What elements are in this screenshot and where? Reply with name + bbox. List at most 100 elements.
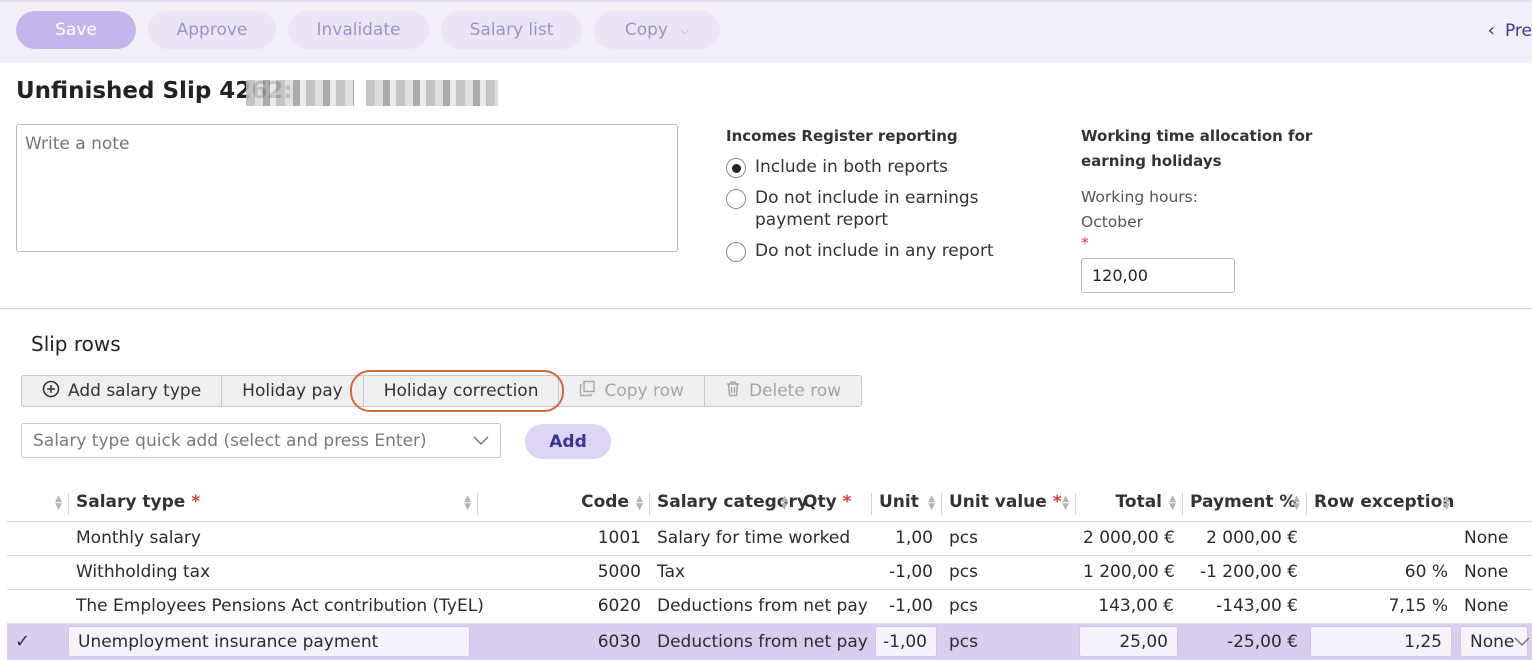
note-textarea[interactable] bbox=[16, 124, 678, 252]
cell-unit-value: 1 200,00 € bbox=[1075, 555, 1182, 590]
cell-qty: 1,00 bbox=[871, 521, 941, 556]
approve-button[interactable]: Approve bbox=[148, 11, 276, 49]
working-hours-input[interactable]: 120,00 bbox=[1081, 258, 1235, 293]
cell-total: -143,00 € bbox=[1182, 589, 1306, 624]
redacted-name bbox=[366, 80, 498, 106]
toolbar: Save Approve Invalidate Salary list Copy… bbox=[0, 0, 1532, 63]
table-row[interactable]: The Employees Pensions Act contribution … bbox=[7, 589, 1532, 624]
cell-row-exception: None bbox=[1456, 555, 1532, 590]
table-row-selected[interactable]: ✓ Unemployment insurance payment 6030 De… bbox=[7, 623, 1532, 660]
add-salary-type-button[interactable]: Add salary type bbox=[22, 376, 223, 406]
select-column-header[interactable]: ▲ ▼ bbox=[7, 483, 68, 522]
quick-add-placeholder: Salary type quick add (select and press … bbox=[33, 430, 427, 451]
sort-icon: ▲ ▼ bbox=[1062, 494, 1069, 512]
cell-row-exception: None bbox=[1456, 589, 1532, 624]
radio-label: Include in both reports bbox=[755, 157, 949, 177]
unit-value-input[interactable]: 25,00 bbox=[1079, 626, 1178, 658]
qty-input[interactable]: -1,00 bbox=[875, 626, 937, 658]
row-exception-select[interactable]: None bbox=[1460, 626, 1530, 658]
row-exception-value: None bbox=[1470, 631, 1515, 652]
radio-exclude-earnings-payment[interactable]: Do not include in earnings payment repor… bbox=[726, 187, 1006, 231]
row-select[interactable] bbox=[7, 589, 68, 624]
holiday-pay-button[interactable]: Holiday pay bbox=[222, 376, 364, 406]
chevron-left-icon: ‹ bbox=[1487, 20, 1495, 41]
holiday-correction-button[interactable]: Holiday correction bbox=[349, 370, 565, 412]
plus-circle-icon bbox=[42, 380, 60, 403]
cell-code: 5000 bbox=[569, 555, 649, 590]
cell-salary-type[interactable]: Unemployment insurance payment bbox=[68, 623, 569, 660]
radio-selected-icon bbox=[726, 158, 746, 178]
table-header-row: ▲ ▼ Salary type * ▲ ▼ Code ▲ ▼ Salary categor… bbox=[7, 483, 1532, 522]
header-salary-category[interactable]: Salary category bbox=[649, 483, 808, 522]
header-salary-type[interactable]: Salary type * ▲ ▼ bbox=[68, 483, 477, 522]
cell-payment-pct: 60 % bbox=[1306, 555, 1456, 590]
cell-unit-value[interactable]: 25,00 bbox=[1075, 623, 1182, 660]
header-spacer bbox=[477, 483, 569, 522]
working-time-title: Working time allocation for earning holi… bbox=[1081, 127, 1313, 170]
working-hours-label: Working hours: October bbox=[1081, 188, 1198, 231]
row-select[interactable] bbox=[7, 555, 68, 590]
header-unit[interactable]: Unit ▲ ▼ bbox=[871, 483, 941, 522]
cell-payment-pct: 7,15 % bbox=[1306, 589, 1456, 624]
cell-salary-category: Deductions from net pay bbox=[649, 589, 871, 624]
cell-code: 6030 bbox=[569, 623, 649, 660]
sort-icon: ▲ ▼ bbox=[928, 494, 935, 512]
slip-rows-title: Slip rows bbox=[31, 332, 121, 356]
incomes-register-title: Incomes Register reporting bbox=[726, 127, 958, 145]
row-select[interactable]: ✓ bbox=[7, 623, 68, 660]
salary-type-input[interactable]: Unemployment insurance payment bbox=[68, 626, 470, 658]
header-payment-pct[interactable]: Payment % ▲ ▼ bbox=[1182, 483, 1306, 522]
delete-row-button[interactable]: Delete row bbox=[705, 376, 861, 406]
chevron-down-icon bbox=[1514, 632, 1530, 652]
table-row[interactable]: Withholding tax 5000 Tax -1,00 pcs 1 200… bbox=[7, 555, 1532, 590]
cell-unit: pcs bbox=[941, 623, 1075, 660]
radio-exclude-all[interactable]: Do not include in any report bbox=[726, 240, 994, 262]
trash-icon bbox=[725, 380, 741, 402]
copy-dropdown-button[interactable]: Copy ⌵ bbox=[594, 11, 720, 49]
radio-include-both[interactable]: Include in both reports bbox=[726, 156, 948, 178]
sort-icon: ▲ ▼ bbox=[781, 494, 788, 512]
cell-salary-type: The Employees Pensions Act contribution … bbox=[68, 589, 569, 624]
cell-total: -1 200,00 € bbox=[1182, 555, 1306, 590]
header-total[interactable]: Total ▲ ▼ bbox=[1075, 483, 1182, 522]
header-extra bbox=[1456, 483, 1532, 522]
sort-icon: ▲ ▼ bbox=[1293, 494, 1300, 512]
cell-code: 1001 bbox=[569, 521, 649, 556]
cell-unit-value: 2 000,00 € bbox=[1075, 521, 1182, 556]
required-mark: * bbox=[1081, 234, 1089, 252]
section-divider bbox=[0, 308, 1532, 309]
cell-unit-value: 143,00 € bbox=[1075, 589, 1182, 624]
add-button[interactable]: Add bbox=[525, 424, 611, 459]
header-code[interactable]: Code ▲ ▼ bbox=[569, 483, 649, 522]
sort-icon: ▲ ▼ bbox=[55, 494, 62, 512]
radio-label: Do not include in any report bbox=[755, 241, 994, 261]
header-unit-value[interactable]: Unit value * ▲ ▼ bbox=[941, 483, 1075, 522]
salary-type-quick-add-select[interactable]: Salary type quick add (select and press … bbox=[21, 423, 501, 458]
add-salary-type-label: Add salary type bbox=[68, 381, 202, 401]
redacted-name bbox=[246, 80, 354, 106]
cell-payment-pct[interactable]: 1,25 bbox=[1306, 623, 1456, 660]
cell-total: 2 000,00 € bbox=[1182, 521, 1306, 556]
cell-salary-category: Salary for time worked bbox=[649, 521, 871, 556]
chevron-down-icon bbox=[473, 431, 489, 451]
header-salary-category-sort[interactable]: ▲ ▼ Qty * bbox=[781, 483, 871, 522]
cell-salary-category: Deductions from net pay bbox=[649, 623, 871, 660]
copy-row-button[interactable]: Copy row bbox=[559, 376, 705, 406]
sort-icon: ▲ ▼ bbox=[1443, 494, 1450, 512]
cell-code: 6020 bbox=[569, 589, 649, 624]
table-row[interactable]: Monthly salary 1001 Salary for time work… bbox=[7, 521, 1532, 556]
cell-row-exception: None bbox=[1456, 521, 1532, 556]
cell-row-exception[interactable]: None bbox=[1456, 623, 1532, 660]
previous-label: Pre bbox=[1504, 20, 1532, 41]
salary-list-button[interactable]: Salary list bbox=[441, 11, 582, 49]
row-select[interactable] bbox=[7, 521, 68, 556]
header-row-exception[interactable]: Row exception ▲ ▼ bbox=[1306, 483, 1456, 522]
invalidate-button[interactable]: Invalidate bbox=[288, 11, 429, 49]
cell-qty[interactable]: -1,00 bbox=[871, 623, 941, 660]
save-button[interactable]: Save bbox=[16, 11, 136, 49]
cell-qty: -1,00 bbox=[871, 589, 941, 624]
payment-pct-input[interactable]: 1,25 bbox=[1310, 626, 1452, 658]
cell-unit: pcs bbox=[941, 555, 1075, 590]
cell-salary-type: Monthly salary bbox=[68, 521, 569, 556]
previous-link[interactable]: ‹ Pre bbox=[1488, 20, 1532, 41]
